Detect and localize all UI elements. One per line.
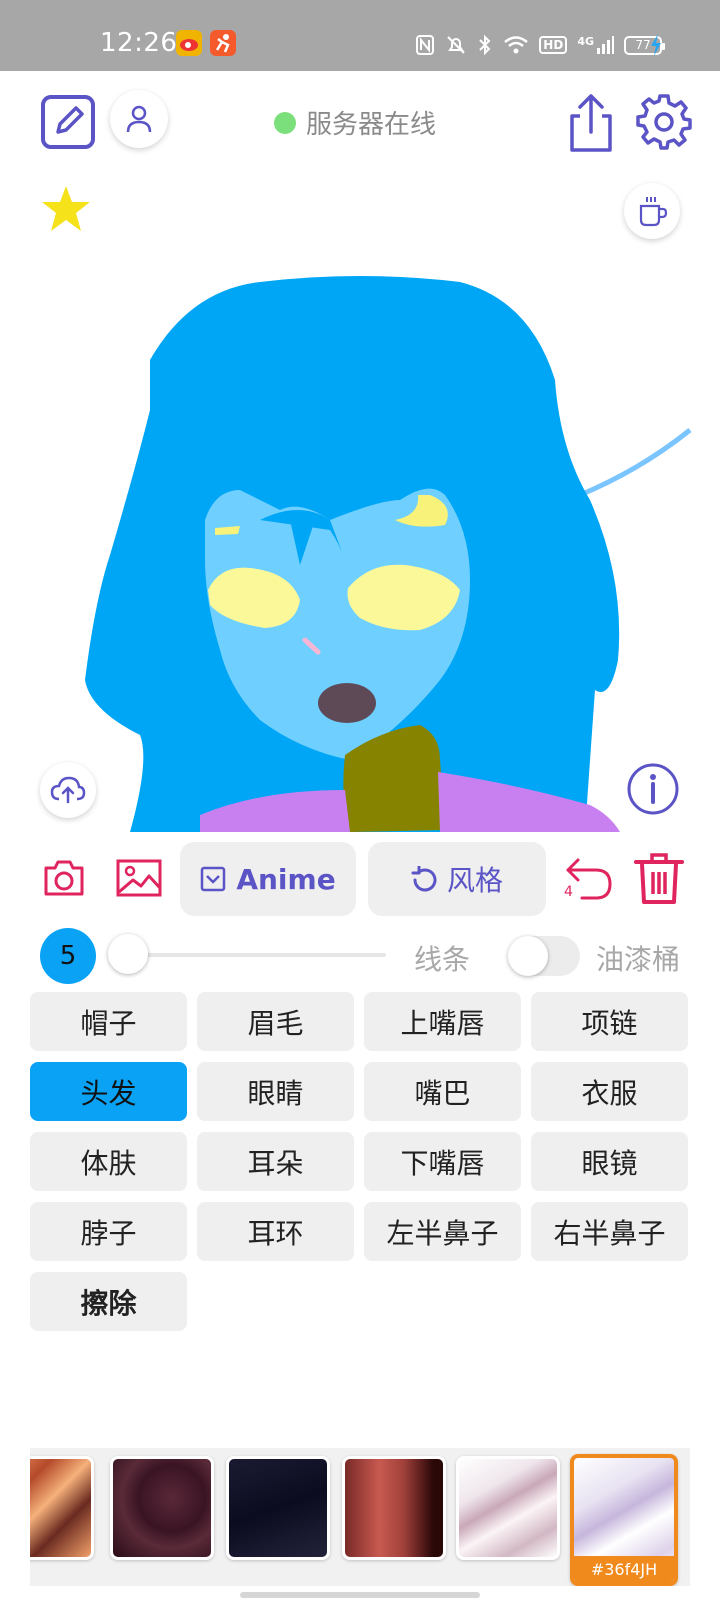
cloud-upload-icon (50, 776, 86, 804)
info-button[interactable] (626, 762, 680, 816)
edit-button[interactable] (40, 94, 96, 150)
status-indicators: HD 4G 77 (415, 30, 665, 60)
part-button[interactable]: 眉毛 (197, 992, 354, 1051)
user-icon (126, 105, 152, 133)
part-button[interactable]: 嘴巴 (364, 1062, 521, 1121)
part-button[interactable]: 衣服 (531, 1062, 688, 1121)
part-button[interactable]: 耳朵 (197, 1132, 354, 1191)
charging-icon (651, 34, 661, 56)
line-mode-label: 线条 (414, 943, 471, 976)
style-label: 风格 (446, 864, 503, 897)
favorite-button[interactable] (40, 184, 92, 234)
status-bar: 12:26 HD 4G 77 (0, 0, 720, 71)
texture-swatch[interactable] (342, 1456, 446, 1560)
part-button[interactable]: 耳环 (197, 1202, 354, 1261)
model-label: Anime (236, 862, 336, 896)
brush-size-slider-knob[interactable] (108, 934, 148, 974)
paint-bucket-label: 油漆桶 (596, 943, 681, 976)
part-button[interactable]: 左半鼻子 (364, 1202, 521, 1261)
part-button[interactable]: 项链 (531, 992, 688, 1051)
texture-swatches[interactable]: #36f4JH (30, 1448, 690, 1586)
trash-icon (634, 853, 684, 904)
drawing-canvas[interactable] (0, 238, 720, 832)
weibo-app-icon (176, 30, 202, 56)
camera-button[interactable] (42, 858, 86, 898)
image-icon (116, 859, 162, 897)
refresh-icon (411, 866, 437, 892)
wifi-icon (504, 36, 529, 54)
sketch-drawing (85, 276, 692, 832)
checkbox-icon (201, 866, 226, 892)
edit-icon (41, 95, 95, 149)
undo-button[interactable]: 4 (562, 852, 614, 904)
part-button[interactable]: 体肤 (30, 1132, 187, 1191)
status-dot (274, 111, 296, 134)
share-icon (570, 94, 612, 152)
brush-size-slider[interactable] (130, 953, 386, 957)
texture-swatch-selected[interactable]: #36f4JH (570, 1454, 678, 1586)
mute-icon (447, 36, 466, 54)
part-button[interactable]: 下嘴唇 (364, 1132, 521, 1191)
toggle-knob (508, 936, 548, 976)
nfc-icon (416, 35, 435, 55)
texture-swatch[interactable] (30, 1456, 94, 1560)
part-button[interactable]: 擦除 (30, 1272, 187, 1331)
server-status: 服务器在线 (274, 104, 436, 141)
coffee-button[interactable] (624, 183, 680, 239)
style-button[interactable]: 风格 (368, 842, 546, 916)
bluetooth-icon (479, 34, 491, 56)
texture-swatch[interactable] (226, 1456, 330, 1560)
selected-texture-tag: #36f4JH (574, 1556, 674, 1582)
part-button[interactable]: 眼睛 (197, 1062, 354, 1121)
part-button[interactable]: 眼镜 (531, 1132, 688, 1191)
home-indicator (240, 1592, 480, 1598)
parts-grid: 帽子 眉毛 上嘴唇 项链头发 眼睛 嘴巴 衣服体肤 耳朵 下嘴唇 眼镜脖子 耳环 左半鼻子 右半鼻子擦除 (30, 992, 690, 1331)
upload-button[interactable] (40, 762, 96, 818)
account-button[interactable] (110, 90, 168, 148)
gallery-button[interactable] (115, 858, 163, 898)
signal-indicator: 4G (577, 35, 614, 55)
camera-icon (44, 860, 84, 896)
share-button[interactable] (566, 92, 616, 154)
part-button[interactable]: 帽子 (30, 992, 187, 1051)
star-icon (42, 186, 90, 231)
hd-badge: HD (539, 36, 568, 54)
texture-swatch[interactable] (456, 1456, 560, 1560)
info-icon (627, 763, 679, 815)
signal-icon (597, 36, 614, 54)
settings-button[interactable] (636, 94, 692, 150)
model-select-button[interactable]: Anime (180, 842, 356, 916)
texture-swatch[interactable] (110, 1456, 214, 1560)
part-button[interactable]: 上嘴唇 (364, 992, 521, 1051)
part-button[interactable]: 脖子 (30, 1202, 187, 1261)
coffee-icon (639, 197, 668, 227)
clear-button[interactable] (634, 852, 684, 904)
part-button[interactable]: 头发 (30, 1062, 187, 1121)
gear-icon (636, 94, 692, 150)
sports-app-icon (210, 30, 236, 56)
brush-size-badge: 5 (40, 928, 96, 984)
part-button[interactable]: 右半鼻子 (531, 1202, 688, 1261)
server-status-text: 服务器在线 (306, 110, 437, 140)
status-time: 12:26 (100, 28, 178, 58)
paint-bucket-toggle[interactable] (508, 936, 580, 976)
undo-count: 4 (564, 884, 573, 900)
